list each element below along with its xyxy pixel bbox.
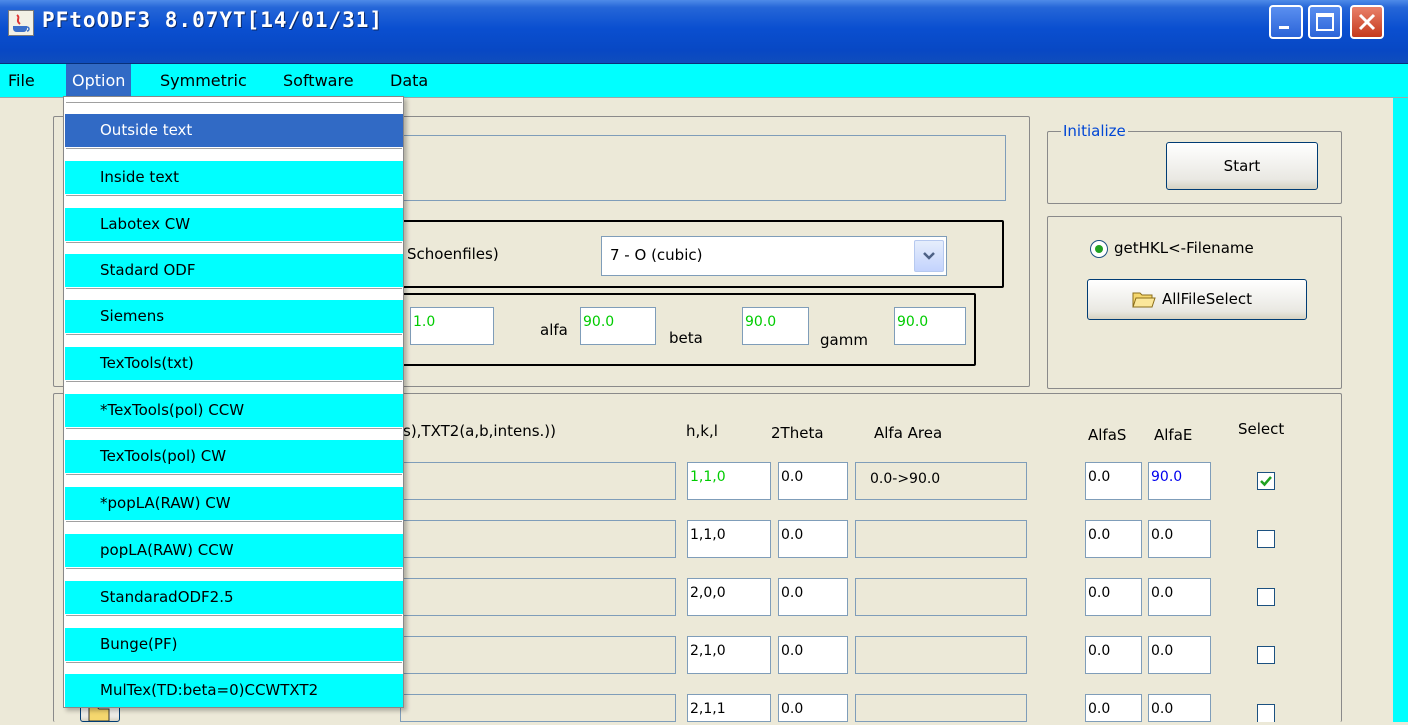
menu-item-textools-pol-cw[interactable]: TexTools(pol) CW: [65, 440, 403, 473]
vertical-scrollbar[interactable]: [1393, 98, 1408, 722]
window-title: PFtoODF3 8.07YT[14/01/31]: [42, 8, 384, 32]
alfae-field[interactable]: 0.0: [1148, 694, 1211, 722]
menu-file[interactable]: File: [2, 64, 41, 98]
alfae-field[interactable]: 0.0: [1148, 578, 1211, 616]
alfas-field[interactable]: 0.0: [1085, 636, 1142, 674]
alfa-area-display: [855, 578, 1027, 616]
minimize-icon: [1279, 26, 1289, 29]
format-label: s),TXT2(a,b,intens.)): [403, 422, 556, 440]
alfa-area-display: [855, 694, 1027, 722]
menu-item-multex[interactable]: MulTex(TD:beta=0)CCWTXT2: [65, 674, 403, 707]
select-checkbox[interactable]: [1257, 530, 1275, 548]
lattice-group: 1.0 alfa 90.0 beta 90.0 gamm 90.0: [400, 293, 976, 366]
alfas-field[interactable]: 0.0: [1085, 694, 1142, 722]
maximize-icon: [1316, 13, 1334, 31]
filename-display: [400, 694, 676, 722]
hkl-field[interactable]: 2,0,0: [687, 578, 771, 616]
gamm-field[interactable]: 90.0: [894, 307, 966, 345]
radio-dot-icon: [1095, 245, 1103, 253]
checkmark-icon: [1260, 476, 1272, 487]
beta-label: beta: [669, 329, 703, 347]
menu-option[interactable]: Option: [66, 64, 132, 98]
menu-item-popla-raw-cw[interactable]: *popLA(RAW) CW: [65, 487, 403, 520]
beta-field[interactable]: 90.0: [742, 307, 809, 345]
minimize-button[interactable]: [1269, 5, 1303, 39]
header-2theta: 2Theta: [771, 424, 824, 442]
alfa-label: alfa: [540, 321, 568, 339]
alfa-area-display: [855, 636, 1027, 674]
a-field[interactable]: 1.0: [410, 307, 494, 345]
gamm-label: gamm: [820, 331, 868, 349]
maximize-button[interactable]: [1308, 5, 1342, 39]
select-checkbox[interactable]: [1257, 588, 1275, 606]
menu-software[interactable]: Software: [277, 64, 360, 98]
alfas-field[interactable]: 0.0: [1085, 462, 1142, 500]
theta-field[interactable]: 0.0: [778, 578, 848, 616]
menu-item-inside-text[interactable]: Inside text: [65, 161, 403, 194]
file-select-group: getHKL<-Filename AllFileSelect: [1047, 216, 1342, 389]
close-button[interactable]: [1350, 5, 1384, 39]
menu-item-bunge-pf[interactable]: Bunge(PF): [65, 628, 403, 661]
symmetry-group: Schoenfiles) 7 - O (cubic): [400, 220, 1004, 288]
header-alfas: AlfaS: [1088, 426, 1127, 444]
header-select: Select: [1238, 420, 1285, 438]
alfa-area-display: [855, 520, 1027, 558]
close-icon: [1358, 13, 1376, 31]
alfas-field[interactable]: 0.0: [1085, 578, 1142, 616]
header-alfa-area: Alfa Area: [874, 424, 943, 442]
getHKL-label: getHKL<-Filename: [1114, 239, 1254, 257]
header-alfae: AlfaE: [1154, 426, 1193, 444]
menu-item-standaradodf25[interactable]: StandaradODF2.5: [65, 581, 403, 614]
alfae-field[interactable]: 0.0: [1148, 636, 1211, 674]
select-checkbox[interactable]: [1257, 704, 1275, 722]
filename-display: [400, 520, 676, 558]
all-file-select-label: AllFileSelect: [1162, 290, 1252, 308]
filename-display: [400, 462, 676, 500]
start-button[interactable]: Start: [1166, 142, 1318, 190]
select-checkbox[interactable]: [1257, 472, 1275, 490]
initialize-group: Initialize Start: [1047, 122, 1342, 204]
theta-field[interactable]: 0.0: [778, 520, 848, 558]
select-checkbox[interactable]: [1257, 646, 1275, 664]
hkl-field[interactable]: 2,1,0: [687, 636, 771, 674]
option-menu: Outside text Inside text Labotex CW Stad…: [63, 96, 404, 708]
alfas-field[interactable]: 0.0: [1085, 520, 1142, 558]
hkl-field[interactable]: 1,1,0: [687, 462, 771, 500]
filename-display: [400, 636, 676, 674]
symmetry-select[interactable]: 7 - O (cubic): [601, 236, 947, 276]
filename-display: [400, 578, 676, 616]
menu-item-siemens[interactable]: Siemens: [65, 300, 403, 333]
symmetry-label: Schoenfiles): [407, 245, 499, 263]
alfae-field[interactable]: 90.0: [1148, 462, 1211, 500]
hkl-field[interactable]: 2,1,1: [687, 694, 771, 722]
info-display: [400, 135, 1006, 201]
menu-item-popla-raw-ccw[interactable]: popLA(RAW) CCW: [65, 534, 403, 567]
initialize-label: Initialize: [1061, 122, 1128, 140]
menu-item-textools-txt[interactable]: TexTools(txt): [65, 347, 403, 380]
menu-item-labotex-cw[interactable]: Labotex CW: [65, 208, 403, 241]
folder-open-icon: [1132, 292, 1156, 308]
menu-data[interactable]: Data: [384, 64, 434, 98]
hkl-field[interactable]: 1,1,0: [687, 520, 771, 558]
chevron-down-icon[interactable]: [914, 240, 944, 272]
menu-item-outside-text[interactable]: Outside text: [65, 114, 403, 147]
all-file-select-button[interactable]: AllFileSelect: [1087, 279, 1307, 320]
theta-field[interactable]: 0.0: [778, 462, 848, 500]
menu-symmetric[interactable]: Symmetric: [154, 64, 253, 98]
menu-item-stadard-odf[interactable]: Stadard ODF: [65, 254, 403, 287]
theta-field[interactable]: 0.0: [778, 636, 848, 674]
alfae-field[interactable]: 0.0: [1148, 520, 1211, 558]
header-hkl: h,k,l: [686, 422, 718, 440]
menu-item-textools-pol-ccw[interactable]: *TexTools(pol) CCW: [65, 394, 403, 427]
menu-bar: File Option Symmetric Software Data: [0, 64, 1408, 98]
alfa-area-display: 0.0->90.0: [855, 462, 1027, 500]
theta-field[interactable]: 0.0: [778, 694, 848, 722]
alfa-field[interactable]: 90.0: [580, 307, 656, 345]
symmetry-selected-value: 7 - O (cubic): [610, 246, 703, 264]
title-bar: PFtoODF3 8.07YT[14/01/31]: [0, 0, 1408, 64]
getHKL-radio[interactable]: [1090, 240, 1108, 258]
java-app-icon: [8, 10, 34, 36]
